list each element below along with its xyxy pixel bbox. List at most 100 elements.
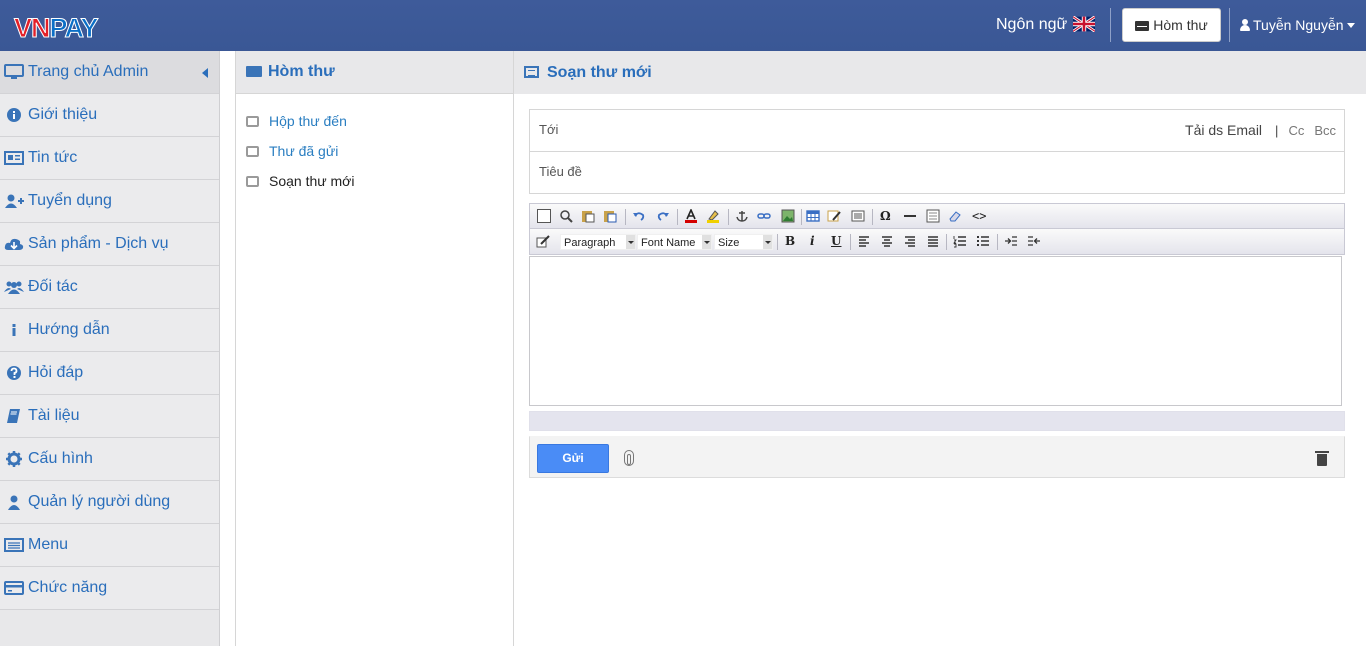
toolbar-separator [677,209,678,225]
paste-text-icon[interactable] [581,209,595,223]
toolbar-separator [850,234,851,250]
sidebar-item-recruitment[interactable]: Tuyển dụng [0,180,219,223]
folder-sent[interactable]: Thư đã gửi [236,136,513,166]
editor-toolbar-row2: Paragraph Font Name Size B i U [529,228,1345,255]
mailbox-button[interactable]: Hòm thư [1122,8,1221,42]
recipient-options: Tải ds Email | Cc Bcc [1185,122,1336,138]
language-selector[interactable]: Ngôn ngữ [996,15,1067,35]
toolbar-separator [728,209,729,225]
special-char-icon[interactable]: Ω [880,208,891,224]
ordered-list-icon[interactable] [953,234,967,248]
align-right-icon[interactable] [903,234,917,248]
align-center-icon[interactable] [880,234,894,248]
indent-icon[interactable] [1004,234,1018,248]
collapse-arrow-icon[interactable] [202,68,208,78]
send-button[interactable]: Gửi [537,444,609,473]
toolbar-separator [801,209,802,225]
sidebar-item-documents[interactable]: Tài liệu [0,395,219,438]
layer-icon[interactable] [851,209,865,223]
sidebar-item-admin-home[interactable]: Trang chủ Admin [0,51,219,94]
credit-card-icon [4,581,24,595]
cloud-download-icon [4,238,24,250]
book-icon [7,409,20,423]
users-icon [4,281,24,294]
envelope-icon [1135,21,1150,31]
unordered-list-icon[interactable] [976,234,990,248]
source-code-icon[interactable]: <> [972,208,986,224]
table-edit-icon[interactable] [827,209,841,223]
gear-icon [6,451,22,467]
sidebar-item-menu[interactable]: Menu [0,524,219,567]
preview-icon[interactable] [559,209,573,223]
image-icon[interactable] [781,209,795,223]
table-icon[interactable] [806,209,820,223]
align-justify-icon[interactable] [926,234,940,248]
toolbar-separator [625,209,626,225]
info-icon [12,324,16,336]
italic-icon[interactable]: i [810,233,815,249]
chevron-down-icon [626,235,635,249]
monitor-icon [4,64,24,79]
highlight-color-icon[interactable] [706,209,720,223]
sidebar-item-news[interactable]: Tin tức [0,137,219,180]
inbox-icon [246,146,259,157]
caret-down-icon [1346,23,1355,28]
link-icon[interactable] [757,209,771,223]
inbox-icon [246,116,259,127]
bold-icon[interactable]: B [785,233,795,249]
sidebar-item-guide[interactable]: Hướng dẫn [0,309,219,352]
mailbox-title: Hòm thư [236,51,513,94]
page-break-icon[interactable] [926,209,940,223]
sidebar-item-user-management[interactable]: Quản lý người dùng [0,481,219,524]
align-left-icon[interactable] [857,234,871,248]
trash-icon[interactable] [1315,451,1329,466]
toolbar-separator [946,234,947,250]
sidebar-item-about[interactable]: Giới thiệu [0,94,219,137]
user-icon [1240,19,1250,31]
toolbar-separator [777,234,778,250]
editor-status-bar [529,411,1345,431]
sidebar-item-faq[interactable]: Hỏi đáp [0,352,219,395]
user-menu[interactable]: Tuyễn Nguyễn [1240,16,1355,34]
eraser-icon[interactable] [948,209,962,223]
mailbox-panel: Hòm thư Hộp thư đến Thư đã gửi Soạn thư … [235,51,514,646]
header-divider [1110,8,1111,42]
sidebar-item-functions[interactable]: Chức năng [0,567,219,610]
sidebar-item-products-services[interactable]: Sản phẩm - Dịch vụ [0,223,219,266]
mailbox-folder-list: Hộp thư đến Thư đã gửi Soạn thư mới [236,94,513,196]
underline-icon[interactable]: U [831,233,841,249]
message-body-editor[interactable] [529,256,1342,406]
text-color-icon[interactable] [684,209,698,223]
new-document-icon[interactable] [537,209,551,223]
chevron-down-icon [763,235,772,249]
sidebar-item-partners[interactable]: Đối tác [0,266,219,309]
toolbar-separator [997,234,998,250]
compose-window-icon [524,66,539,78]
anchor-icon[interactable] [735,209,749,223]
folder-compose[interactable]: Soạn thư mới [236,166,513,196]
font-name-select[interactable]: Font Name [637,234,712,250]
font-size-select[interactable]: Size [714,234,773,250]
bcc-link[interactable]: Bcc [1314,123,1336,138]
header-divider [1229,8,1230,42]
top-header: VNPAY Ngôn ngữ Hòm thư Tuyễn Nguyễn [0,0,1366,51]
paragraph-format-select[interactable]: Paragraph [560,234,636,250]
outdent-icon[interactable] [1027,234,1041,248]
vnpay-logo[interactable]: VNPAY [14,13,100,44]
paperclip-icon[interactable] [624,450,634,466]
compose-title: Soạn thư mới [514,51,1366,94]
sidebar-item-settings[interactable]: Cấu hình [0,438,219,481]
to-field[interactable]: Tới Tải ds Email | Cc Bcc [529,109,1345,152]
uk-flag-icon[interactable] [1073,16,1095,32]
format-painter-icon[interactable] [536,234,550,248]
folder-inbox[interactable]: Hộp thư đến [236,106,513,136]
cc-link[interactable]: Cc [1288,123,1304,138]
subject-field[interactable]: Tiêu đề [529,151,1345,194]
toolbar-separator [872,209,873,225]
undo-icon[interactable] [632,209,646,223]
redo-icon[interactable] [656,209,670,223]
paste-word-icon[interactable] [603,209,617,223]
compose-action-bar: Gửi [529,436,1345,478]
horizontal-rule-icon[interactable] [903,209,917,223]
load-email-list-link[interactable]: Tải ds Email [1185,122,1262,138]
